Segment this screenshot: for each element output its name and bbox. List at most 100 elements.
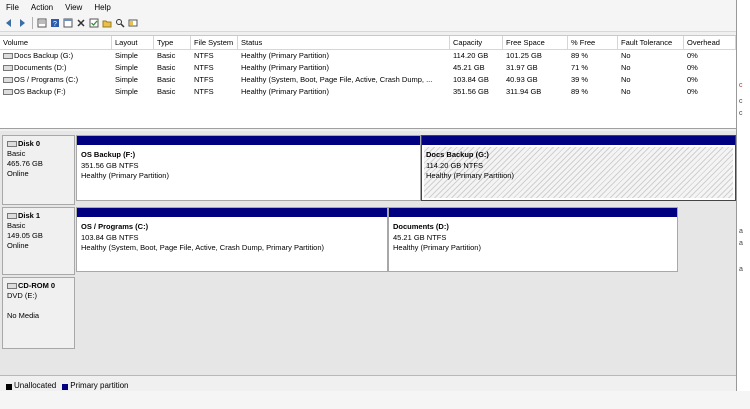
cell-fault-tolerance: No: [621, 51, 631, 60]
cell-percent-free: 71 %: [571, 63, 589, 72]
partition-size: 114.20 GB NTFS: [426, 160, 483, 170]
cell-type: Basic: [157, 87, 176, 96]
disk-type: Basic: [7, 221, 26, 230]
partition-size: 45.21 GB NTFS: [393, 232, 447, 242]
column-header-file-system[interactable]: File System: [191, 36, 238, 49]
disk-state: Online: [7, 169, 29, 178]
volume-list: Volume Layout Type File System Status Ca…: [0, 35, 736, 129]
table-row[interactable]: OS Backup (F:) Simple Basic NTFS Healthy…: [0, 86, 736, 98]
disk-size: 149.05 GB: [7, 231, 43, 240]
console-icon[interactable]: [62, 18, 73, 29]
disk-type: DVD (E:): [7, 291, 37, 300]
open-icon[interactable]: [101, 18, 112, 29]
cell-type: Basic: [157, 63, 176, 72]
back-icon[interactable]: [3, 18, 14, 29]
edge-text: c: [739, 98, 743, 105]
column-header-free-space[interactable]: Free Space: [503, 36, 568, 49]
disk-1-label[interactable]: Disk 1 Basic 149.05 GB Online: [2, 207, 75, 275]
menu-view[interactable]: View: [59, 3, 88, 12]
disk-0-label[interactable]: Disk 0 Basic 465.76 GB Online: [2, 135, 75, 205]
cell-capacity: 45.21 GB: [453, 63, 485, 72]
cdrom-0-label[interactable]: CD-ROM 0 DVD (E:) No Media: [2, 277, 75, 349]
explore-icon[interactable]: [127, 18, 138, 29]
column-header-type[interactable]: Type: [154, 36, 191, 49]
column-header-volume[interactable]: Volume: [0, 36, 112, 49]
cell-type: Basic: [157, 51, 176, 60]
partition-title: Docs Backup (G:): [426, 150, 489, 159]
partition-os-programs[interactable]: OS / Programs (C:) 103.84 GB NTFS Health…: [76, 207, 388, 272]
cell-status: Healthy (Primary Partition): [241, 63, 329, 72]
primary-partition-bar: [77, 136, 420, 145]
partition-title: OS Backup (F:): [81, 150, 136, 159]
cell-status: Healthy (Primary Partition): [241, 87, 329, 96]
cell-capacity: 351.56 GB: [453, 87, 489, 96]
disk-name: CD-ROM 0: [18, 281, 56, 290]
properties-icon[interactable]: [36, 18, 47, 29]
drive-icon: [3, 53, 13, 60]
partition-size: 103.84 GB NTFS: [81, 232, 139, 242]
legend-primary-partition: Primary partition: [70, 381, 129, 390]
volume-list-header: Volume Layout Type File System Status Ca…: [0, 36, 736, 50]
help-icon[interactable]: ?: [49, 18, 60, 29]
cell-percent-free: 39 %: [571, 75, 589, 84]
partition-os-backup[interactable]: OS Backup (F:) 351.56 GB NTFS Healthy (P…: [76, 135, 421, 201]
partition-status: Healthy (Primary Partition): [426, 171, 514, 180]
disk-name: Disk 1: [18, 211, 41, 220]
drive-icon: [3, 65, 13, 72]
partition-docs-backup[interactable]: Docs Backup (G:) 114.20 GB NTFS Healthy …: [421, 135, 736, 201]
cell-percent-free: 89 %: [571, 51, 589, 60]
menu-help[interactable]: Help: [88, 3, 116, 12]
column-header-percent-free[interactable]: % Free: [568, 36, 618, 49]
cell-fault-tolerance: No: [621, 87, 631, 96]
column-header-capacity[interactable]: Capacity: [450, 36, 503, 49]
primary-partition-bar: [422, 136, 735, 145]
search-icon[interactable]: [114, 18, 125, 29]
partition-status: Healthy (Primary Partition): [81, 171, 169, 180]
partition-size: 351.56 GB NTFS: [81, 160, 139, 170]
cell-capacity: 114.20 GB: [453, 51, 489, 60]
cell-overhead: 0%: [687, 63, 698, 72]
menu-action[interactable]: Action: [25, 3, 59, 12]
edge-text: c: [739, 82, 743, 89]
partition-status: Healthy (Primary Partition): [393, 243, 481, 252]
cell-file-system: NTFS: [194, 63, 214, 72]
drive-icon: [3, 77, 13, 84]
disk-state: Online: [7, 241, 29, 250]
cell-percent-free: 89 %: [571, 87, 589, 96]
window-bottom-edge: [0, 391, 750, 409]
partition-title: OS / Programs (C:): [81, 222, 149, 231]
drive-icon: [3, 89, 13, 96]
legend-unallocated: Unallocated: [14, 381, 57, 390]
cell-status: Healthy (Primary Partition): [241, 51, 329, 60]
cell-free-space: 31.97 GB: [506, 63, 538, 72]
column-header-fault-tolerance[interactable]: Fault Tolerance: [618, 36, 684, 49]
disk-icon: [7, 141, 17, 148]
cdrom-icon: [7, 283, 17, 290]
column-header-layout[interactable]: Layout: [112, 36, 154, 49]
primary-partition-bar: [77, 208, 387, 217]
toolbar-separator: [32, 17, 33, 29]
background-window-edge: c c c a a a: [736, 0, 750, 409]
table-row[interactable]: OS / Programs (C:) Simple Basic NTFS Hea…: [0, 74, 736, 86]
cell-fault-tolerance: No: [621, 63, 631, 72]
column-header-overhead[interactable]: Overhead: [684, 36, 736, 49]
svg-text:?: ?: [53, 21, 57, 28]
check-icon[interactable]: [88, 18, 99, 29]
table-row[interactable]: Documents (D:) Simple Basic NTFS Healthy…: [0, 62, 736, 74]
edge-text: a: [739, 228, 743, 235]
column-header-status[interactable]: Status: [238, 36, 450, 49]
partition-documents[interactable]: Documents (D:) 45.21 GB NTFS Healthy (Pr…: [388, 207, 678, 272]
table-row[interactable]: Docs Backup (G:) Simple Basic NTFS Healt…: [0, 50, 736, 62]
forward-icon[interactable]: [16, 18, 27, 29]
cell-overhead: 0%: [687, 75, 698, 84]
menu-file[interactable]: File: [0, 3, 25, 12]
cell-layout: Simple: [115, 63, 138, 72]
legend-bar: Unallocated Primary partition: [0, 375, 736, 391]
cell-layout: Simple: [115, 75, 138, 84]
cell-layout: Simple: [115, 87, 138, 96]
primary-partition-swatch: [62, 384, 69, 390]
delete-icon[interactable]: [75, 18, 86, 29]
cell-overhead: 0%: [687, 51, 698, 60]
edge-text: a: [739, 266, 743, 273]
cell-volume: Docs Backup (G:): [14, 51, 74, 60]
